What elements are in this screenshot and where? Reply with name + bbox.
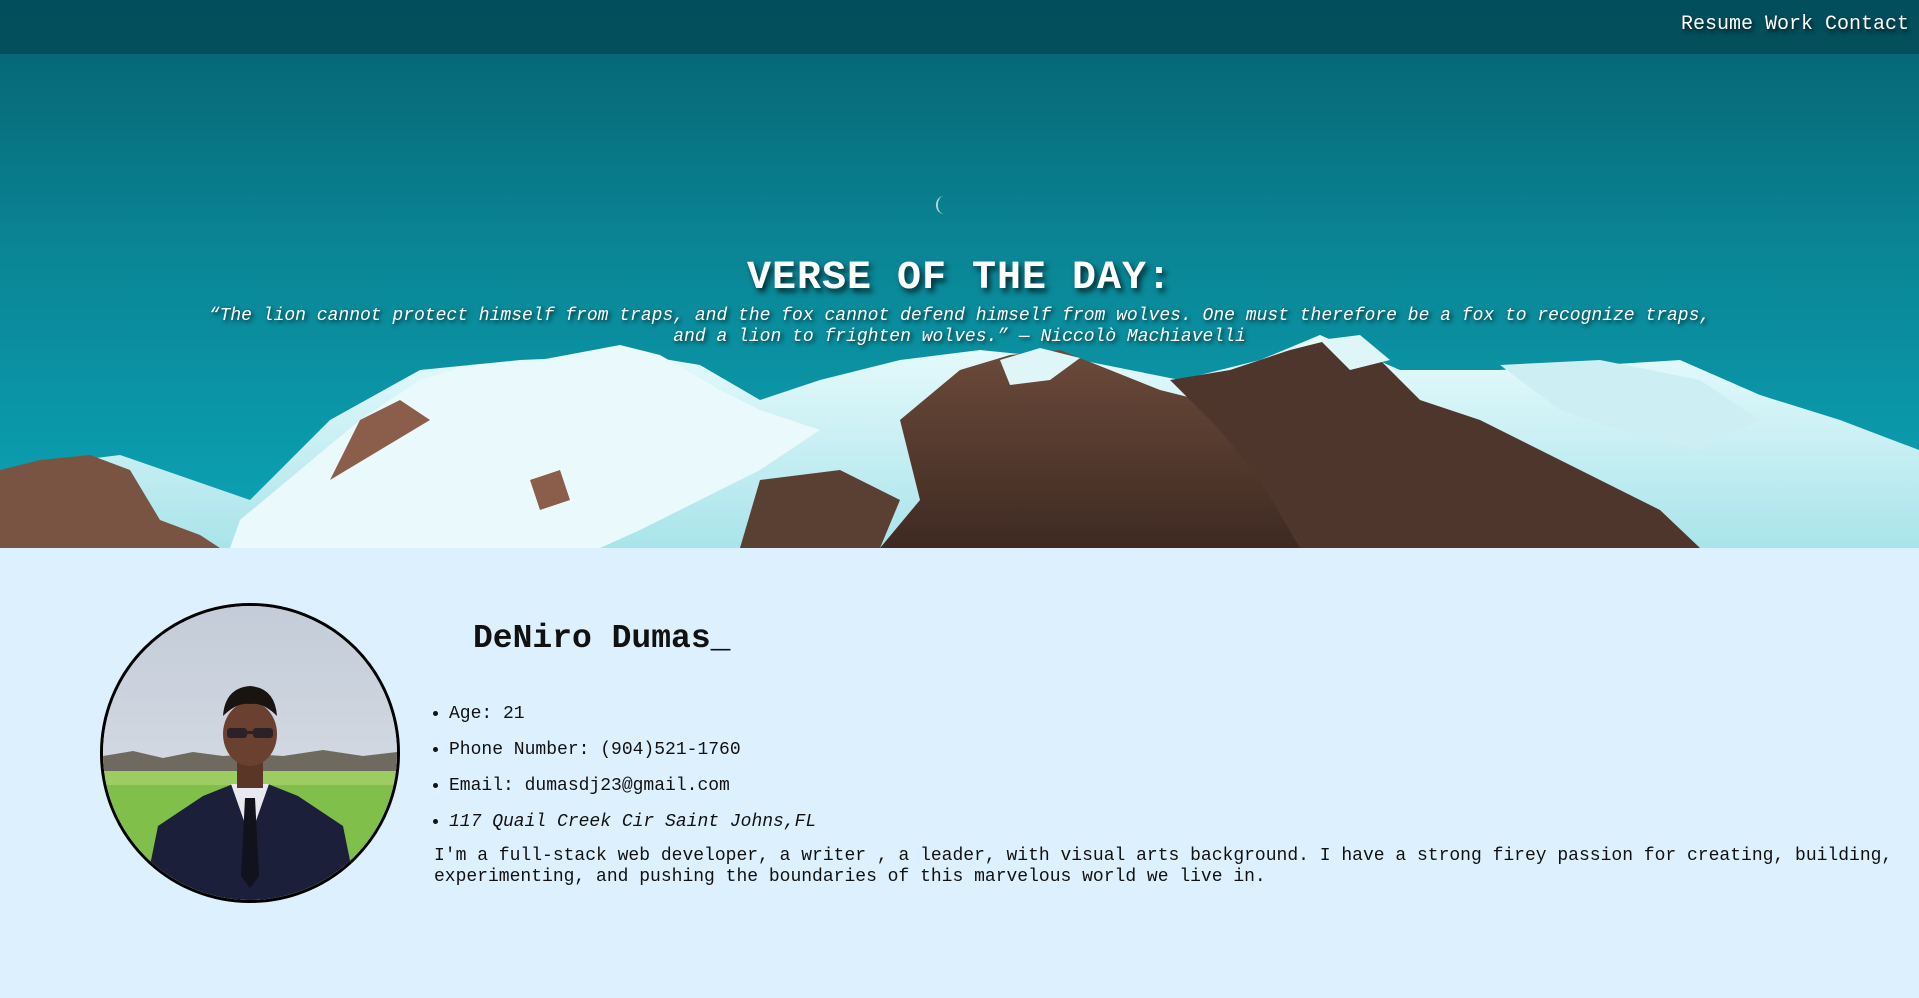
detail-address: 117 Quail Creek Cir Saint Johns,FL: [449, 808, 816, 844]
contact-details-list: Age: 21 Phone Number: (904)521-1760 Emai…: [429, 700, 816, 844]
portrait-image: [103, 606, 397, 900]
verse-quote: “The lion cannot protect himself from tr…: [200, 306, 1719, 348]
hero-banner: Resume Work Contact VERSE OF THE DAY: “T…: [0, 0, 1919, 548]
nav-link-contact[interactable]: Contact: [1825, 13, 1909, 36]
profile-photo: [100, 603, 400, 903]
nav-link-resume[interactable]: Resume: [1681, 13, 1753, 36]
verse-quote-line-1: “The lion cannot protect himself from tr…: [208, 306, 1711, 326]
detail-phone: Phone Number: (904)521-1760: [449, 736, 816, 772]
profile-name: DeNiro Dumas_: [473, 620, 731, 657]
profile-bio: I'm a full-stack web developer, a writer…: [434, 846, 1893, 887]
verse-title: VERSE OF THE DAY:: [746, 256, 1173, 301]
page: Resume Work Contact VERSE OF THE DAY: “T…: [0, 0, 1919, 998]
detail-email: Email: dumasdj23@gmail.com: [449, 772, 816, 808]
verse-quote-line-2: and a lion to frighten wolves.” — Niccol…: [673, 327, 1246, 347]
main-nav: Resume Work Contact: [1681, 13, 1909, 36]
top-navigation-bar: Resume Work Contact: [0, 0, 1919, 54]
nav-link-work[interactable]: Work: [1765, 13, 1813, 36]
detail-age: Age: 21: [449, 700, 816, 736]
